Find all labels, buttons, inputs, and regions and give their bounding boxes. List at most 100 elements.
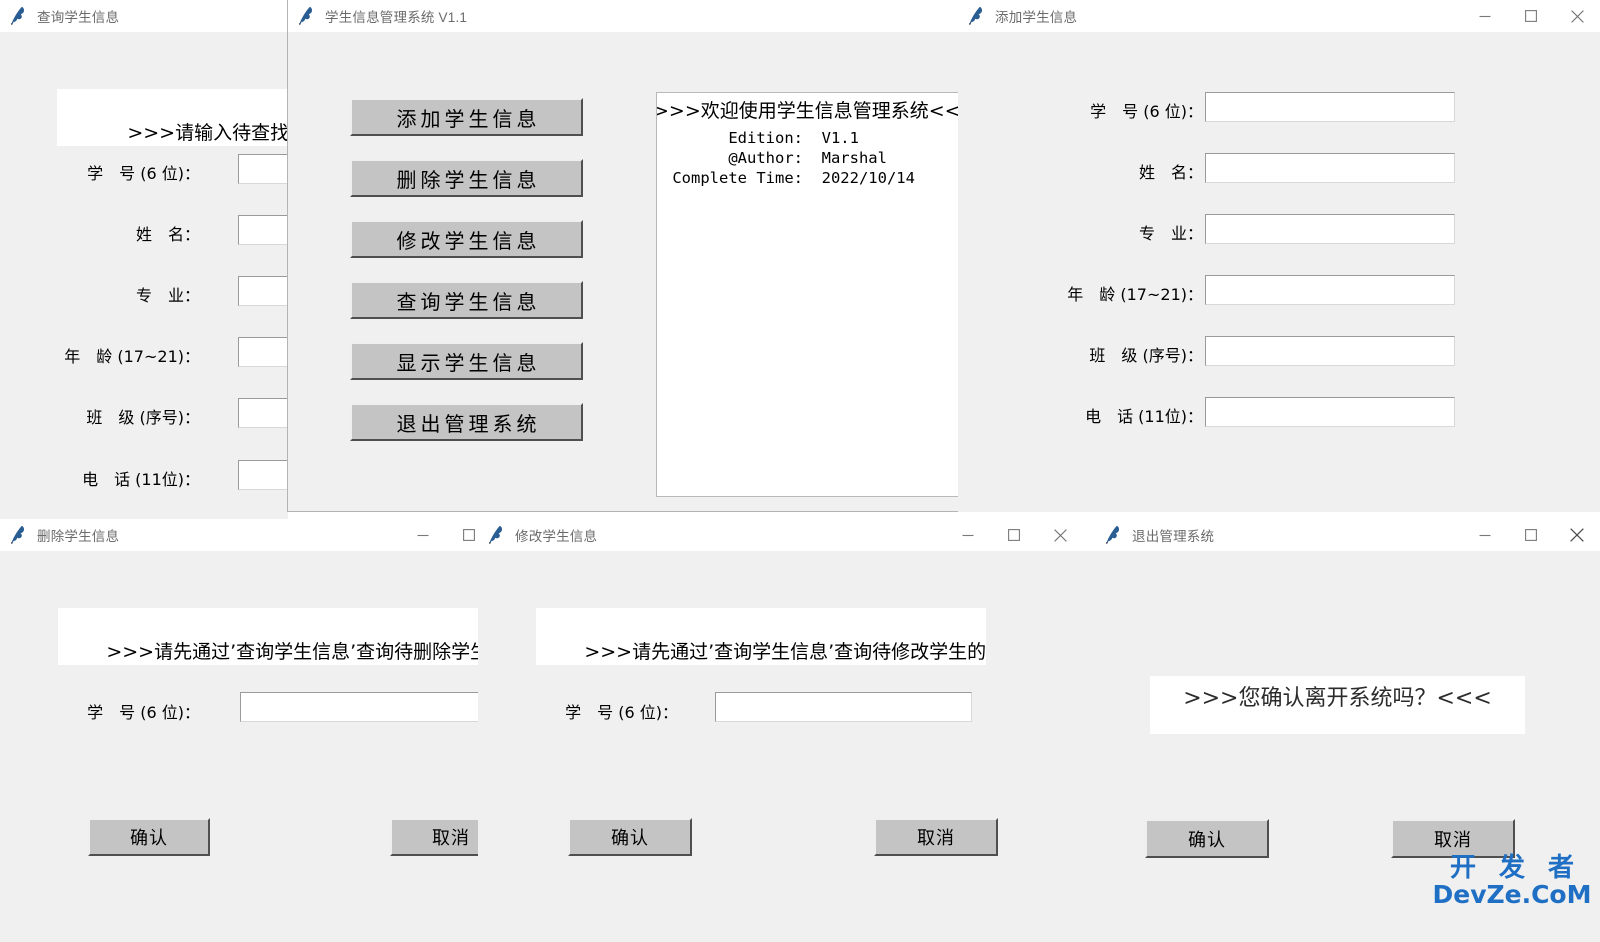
maximize-button-add[interactable] bbox=[1508, 0, 1554, 32]
modify-confirm-button[interactable]: 确认 bbox=[568, 818, 692, 856]
maximize-icon bbox=[1008, 529, 1020, 541]
minimize-button-delete[interactable] bbox=[400, 519, 446, 551]
query-field-input-0[interactable] bbox=[238, 154, 288, 184]
add-field-input-5[interactable] bbox=[1205, 397, 1455, 427]
titlebar-exit[interactable]: 退出管理系统 bbox=[1083, 519, 1600, 551]
button-add-student[interactable]: 添加学生信息 bbox=[350, 98, 583, 136]
window-body-modify: >>>请先通过’查询学生信息’查询待修改学生的学号<<< 学 号 (6 位)： … bbox=[478, 551, 1083, 942]
screen: 查询学生信息 >>>请输入待查找学生的 学 号 (6 位)： 姓 名： 专 业：… bbox=[0, 0, 1600, 942]
minimize-icon bbox=[962, 534, 974, 537]
maximize-button-exit[interactable] bbox=[1508, 519, 1554, 551]
minimize-icon bbox=[1479, 534, 1491, 537]
add-field-label-5: 电 话 (11位)： bbox=[1085, 407, 1203, 426]
watermark-line-1: 开 发 者 bbox=[1449, 853, 1582, 883]
minimize-button-exit[interactable] bbox=[1462, 519, 1508, 551]
close-icon bbox=[1570, 528, 1584, 542]
window-modify-student[interactable]: 修改学生信息 >>>请先通过’查询学生信息’查询待修改学生的学号<<< 学 号 … bbox=[478, 519, 1083, 942]
button-exit-system[interactable]: 退出管理系统 bbox=[350, 403, 583, 441]
query-field-label-3: 年 龄 (17~21)： bbox=[64, 347, 200, 366]
query-message-box: >>>请输入待查找学生的 bbox=[57, 89, 288, 146]
exit-message-box: >>>您确认离开系统吗？<<< bbox=[1150, 676, 1525, 734]
exit-confirm-button[interactable]: 确认 bbox=[1145, 819, 1269, 858]
titlebar-query[interactable]: 查询学生信息 bbox=[0, 0, 288, 32]
modify-message-text: >>>请先通过’查询学生信息’查询待修改学生的学号<<< bbox=[584, 641, 986, 663]
maximize-button-modify[interactable] bbox=[991, 519, 1037, 551]
close-icon bbox=[1570, 9, 1584, 23]
window-body-main: 添加学生信息 删除学生信息 修改学生信息 查询学生信息 显示学生信息 退出管理系… bbox=[288, 32, 958, 511]
query-field-label-4: 班 级 (序号)： bbox=[86, 408, 200, 427]
minimize-icon bbox=[417, 534, 429, 537]
modify-cancel-button[interactable]: 取消 bbox=[874, 818, 998, 856]
titlebar-controls-delete bbox=[400, 519, 478, 551]
window-delete-student[interactable]: 删除学生信息 >>>请先通过’查询学生信息’查询待删除学生的学号<<< 学 号 … bbox=[0, 519, 478, 942]
add-field-input-1[interactable] bbox=[1205, 153, 1455, 183]
python-feather-icon bbox=[489, 525, 503, 544]
button-query-student[interactable]: 查询学生信息 bbox=[350, 281, 583, 319]
window-title-main: 学生信息管理系统 V1.1 bbox=[325, 9, 468, 25]
add-field-input-0[interactable] bbox=[1205, 92, 1455, 122]
main-info-line-3: Complete Time: 2022/10/14 bbox=[663, 169, 915, 187]
query-field-input-5[interactable] bbox=[238, 460, 288, 490]
add-field-label-1: 姓 名： bbox=[1138, 163, 1203, 182]
titlebar-controls-add bbox=[1462, 0, 1600, 32]
watermark: 开 发 者 DevZe.CoM bbox=[1432, 855, 1592, 907]
maximize-button-delete[interactable] bbox=[446, 519, 478, 551]
titlebar-controls-exit bbox=[1462, 519, 1600, 551]
delete-field-label: 学 号 (6 位)： bbox=[87, 703, 200, 722]
main-info-panel: >>>欢迎使用学生信息管理系统<<< Edition: V1.1 @Author… bbox=[656, 92, 958, 497]
window-title-exit: 退出管理系统 bbox=[1132, 528, 1215, 544]
python-feather-icon bbox=[969, 6, 983, 25]
query-field-input-4[interactable] bbox=[238, 398, 288, 428]
close-button-exit[interactable] bbox=[1554, 519, 1600, 551]
query-field-input-3[interactable] bbox=[238, 337, 288, 367]
modify-field-label: 学 号 (6 位)： bbox=[565, 703, 678, 722]
button-show-student[interactable]: 显示学生信息 bbox=[350, 342, 583, 380]
window-query-student[interactable]: 查询学生信息 >>>请输入待查找学生的 学 号 (6 位)： 姓 名： 专 业：… bbox=[0, 0, 288, 530]
minimize-button-add[interactable] bbox=[1462, 0, 1508, 32]
close-icon bbox=[1053, 528, 1067, 542]
modify-field-input[interactable] bbox=[715, 692, 972, 722]
add-field-input-2[interactable] bbox=[1205, 214, 1455, 244]
close-button-add[interactable] bbox=[1554, 0, 1600, 32]
query-field-input-2[interactable] bbox=[238, 276, 288, 306]
maximize-icon bbox=[1525, 529, 1537, 541]
maximize-icon bbox=[1525, 10, 1537, 22]
add-field-input-4[interactable] bbox=[1205, 336, 1455, 366]
delete-message-box: >>>请先通过’查询学生信息’查询待删除学生的学号<<< bbox=[58, 608, 478, 665]
add-field-label-0: 学 号 (6 位)： bbox=[1090, 102, 1203, 121]
close-button-modify[interactable] bbox=[1037, 519, 1083, 551]
window-title-delete: 删除学生信息 bbox=[37, 528, 120, 544]
python-feather-icon bbox=[1106, 525, 1120, 544]
titlebar-delete[interactable]: 删除学生信息 bbox=[0, 519, 478, 551]
titlebar-main[interactable]: 学生信息管理系统 V1.1 bbox=[288, 0, 958, 32]
query-field-label-0: 学 号 (6 位)： bbox=[87, 164, 200, 183]
delete-confirm-button[interactable]: 确认 bbox=[88, 818, 210, 856]
button-delete-student[interactable]: 删除学生信息 bbox=[350, 159, 583, 197]
exit-message-text: >>>您确认离开系统吗？<<< bbox=[1183, 686, 1492, 711]
query-field-label-1: 姓 名： bbox=[135, 225, 200, 244]
window-main-system[interactable]: 学生信息管理系统 V1.1 添加学生信息 删除学生信息 修改学生信息 查询学生信… bbox=[287, 0, 959, 512]
button-modify-student[interactable]: 修改学生信息 bbox=[350, 220, 583, 258]
delete-cancel-button[interactable]: 取消 bbox=[390, 818, 478, 856]
minimize-icon bbox=[1479, 15, 1491, 18]
titlebar-modify[interactable]: 修改学生信息 bbox=[478, 519, 1083, 551]
main-info-line-0: >>>欢迎使用学生信息管理系统<<< bbox=[656, 100, 958, 122]
titlebar-add[interactable]: 添加学生信息 bbox=[958, 0, 1600, 32]
query-message-text: >>>请输入待查找学生的 bbox=[127, 122, 288, 144]
window-title-add: 添加学生信息 bbox=[995, 9, 1078, 25]
main-info-line-2: @Author: Marshal bbox=[663, 149, 887, 167]
add-field-label-4: 班 级 (序号)： bbox=[1089, 346, 1203, 365]
add-field-label-2: 专 业： bbox=[1138, 224, 1203, 243]
window-body-delete: >>>请先通过’查询学生信息’查询待删除学生的学号<<< 学 号 (6 位)： … bbox=[0, 551, 478, 942]
delete-message-text: >>>请先通过’查询学生信息’查询待删除学生的学号<<< bbox=[106, 641, 478, 663]
window-title-modify: 修改学生信息 bbox=[515, 528, 598, 544]
query-field-input-1[interactable] bbox=[238, 215, 288, 245]
python-feather-icon bbox=[11, 6, 25, 25]
query-field-label-5: 电 话 (11位)： bbox=[82, 470, 200, 489]
delete-field-input[interactable] bbox=[240, 692, 478, 722]
minimize-button-modify[interactable] bbox=[945, 519, 991, 551]
main-info-line-1: Edition: V1.1 bbox=[663, 129, 859, 147]
window-add-student[interactable]: 添加学生信息 学 号 (6 位)： 姓 名： 专 业： 年 龄 (17~21)： bbox=[958, 0, 1600, 512]
window-body-query: >>>请输入待查找学生的 学 号 (6 位)： 姓 名： 专 业： 年 龄 (1… bbox=[0, 32, 288, 530]
add-field-input-3[interactable] bbox=[1205, 275, 1455, 305]
